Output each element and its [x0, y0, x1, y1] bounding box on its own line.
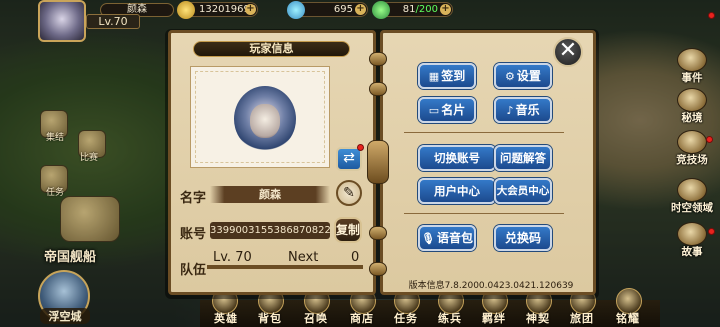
version-info: 版本信息7.8.2000.0423.0421.120639 — [408, 281, 574, 291]
panel-title: 玩家信息 — [193, 41, 350, 57]
time-space-label: 时空领域 — [671, 202, 713, 214]
book-spine — [367, 52, 389, 280]
add-gem-button[interactable]: + — [355, 4, 366, 15]
nav-bond[interactable]: 羁绊 — [482, 310, 506, 326]
arena-notification-dot — [706, 136, 713, 143]
event-button[interactable]: 事件 — [669, 48, 715, 84]
nav-train[interactable]: 练兵 — [438, 310, 462, 326]
player-portrait — [234, 86, 296, 152]
gem-value: 695 — [333, 4, 353, 15]
spine-clasp — [367, 140, 389, 184]
imperial-fleet-label[interactable]: 帝国舰船 — [44, 246, 96, 265]
gem-icon — [287, 1, 305, 19]
left-icon-label-2: 任务 — [46, 188, 65, 198]
top-bar: 颜森 Lv.70 132019693 + 695 + 81/200 + — [0, 0, 720, 42]
voice-pack-button[interactable]: 🎙 语音包 — [418, 225, 476, 251]
pen-icon: ✎ — [343, 185, 355, 201]
voice-pack-label: 语音包 — [436, 231, 473, 245]
sign-in-label: 签到 — [441, 69, 466, 83]
close-button[interactable]: ✕ — [553, 37, 583, 67]
story-icon — [677, 222, 707, 246]
divider — [404, 213, 564, 214]
account-label: 账号 — [180, 227, 207, 242]
secret-realm-label: 秘境 — [681, 112, 703, 124]
player-avatar[interactable] — [38, 0, 86, 42]
sign-in-button[interactable]: ▦ 签到 — [418, 63, 476, 89]
event-icon — [677, 48, 707, 72]
gold-counter: 132019693 + — [177, 1, 258, 19]
next-label: Next — [288, 250, 319, 265]
stamina-max: /200 — [415, 4, 438, 15]
gear-icon: ⚙ — [505, 70, 515, 83]
nav-summon[interactable]: 召唤 — [304, 310, 328, 326]
spine-ring — [369, 52, 387, 66]
settings-button[interactable]: ⚙ 设置 — [494, 63, 552, 89]
business-card-button[interactable]: ▭ 名片 — [418, 97, 476, 123]
story-notification-dot — [708, 228, 715, 235]
event-label: 事件 — [681, 72, 703, 84]
gold-coin-icon — [177, 1, 195, 19]
stamina-current: 81 — [402, 4, 416, 15]
team-label: 队伍 — [180, 263, 207, 278]
nav-shop[interactable]: 商店 — [350, 310, 374, 326]
stamina-icon — [372, 1, 390, 19]
redeem-code-label: 兑换码 — [504, 231, 541, 245]
team-exp-fill — [207, 265, 363, 269]
name-label: 名字 — [180, 191, 207, 206]
left-icon-label-0: 集结 — [46, 133, 65, 143]
stamina-counter: 81/200 + — [372, 1, 453, 19]
gem-counter: 695 + — [287, 1, 368, 19]
nav-guild[interactable]: 旅团 — [570, 310, 594, 326]
arena-label: 竞技场 — [676, 154, 708, 166]
portrait-notification-dot — [357, 144, 364, 151]
arena-button[interactable]: 竞技场 — [669, 130, 715, 166]
nav-hero[interactable]: 英雄 — [214, 310, 238, 326]
floating-city-label[interactable]: 浮空城 — [40, 308, 90, 324]
music-note-icon: ♪ — [506, 104, 514, 117]
top-right-notification-dot — [708, 12, 715, 19]
redeem-code-button[interactable]: 兑换码 — [494, 225, 552, 251]
vip-center-button[interactable]: 大会员中心 — [494, 178, 552, 204]
secret-realm-button[interactable]: 秘境 — [669, 88, 715, 124]
time-space-button[interactable]: 时空领域 — [669, 178, 715, 214]
team-level: Lv. 70 — [213, 250, 252, 265]
story-button[interactable]: 故事 — [669, 222, 715, 258]
copy-account-button[interactable]: 复制 — [334, 217, 362, 243]
airship-icon[interactable] — [60, 196, 120, 242]
music-button[interactable]: ♪ 音乐 — [494, 97, 552, 123]
settings-label: 设置 — [516, 69, 541, 83]
microphone-icon: 🎙 — [421, 232, 435, 245]
left-icon-label-1: 比赛 — [80, 153, 99, 163]
account-value: 3399003155386870822 — [210, 222, 331, 239]
spine-ring — [369, 82, 387, 96]
spine-ring — [369, 262, 387, 276]
card-icon: ▭ — [428, 104, 440, 117]
arena-icon — [677, 130, 707, 154]
music-label: 音乐 — [515, 103, 540, 117]
next-value: 0 — [351, 250, 360, 265]
nav-task[interactable]: 任务 — [394, 310, 418, 326]
faq-button[interactable]: 问题解答 — [494, 145, 552, 171]
name-value: 颜森 — [210, 186, 330, 203]
close-icon: ✕ — [558, 38, 578, 63]
spine-ring — [369, 226, 387, 240]
edit-name-button[interactable]: ✎ — [336, 180, 362, 206]
story-label: 故事 — [681, 246, 703, 258]
nav-bag[interactable]: 背包 — [258, 310, 282, 326]
time-space-icon — [677, 178, 707, 202]
secret-realm-icon — [677, 88, 707, 112]
business-card-label: 名片 — [441, 103, 466, 117]
calendar-icon: ▦ — [428, 70, 440, 83]
divider — [404, 132, 564, 133]
nav-honor[interactable]: 铭耀 — [616, 310, 640, 326]
user-center-button[interactable]: 用户中心 — [418, 178, 496, 204]
nav-contract[interactable]: 神契 — [526, 310, 550, 326]
add-gold-button[interactable]: + — [245, 4, 256, 15]
add-stamina-button[interactable]: + — [440, 4, 451, 15]
player-level-top: Lv.70 — [86, 14, 140, 29]
switch-account-button[interactable]: 切换账号 — [418, 145, 496, 171]
